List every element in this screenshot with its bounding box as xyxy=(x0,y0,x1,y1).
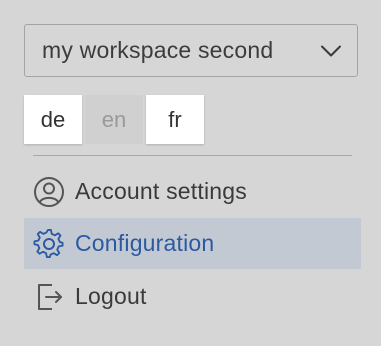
language-switcher: de en fr xyxy=(24,95,204,144)
user-menu-panel: my workspace second de en fr Account set… xyxy=(0,0,381,346)
workspace-select-value: my workspace second xyxy=(42,37,274,63)
logout-icon xyxy=(33,281,65,313)
menu-item-account-settings[interactable]: Account settings xyxy=(24,166,361,217)
menu-item-configuration[interactable]: Configuration xyxy=(24,218,361,269)
gear-icon xyxy=(33,228,65,260)
language-button-en[interactable]: en xyxy=(85,95,143,144)
chevron-down-icon xyxy=(319,39,343,63)
menu-item-label: Account settings xyxy=(75,178,247,204)
menu-divider xyxy=(33,155,352,156)
menu-item-label: Logout xyxy=(75,283,147,309)
language-button-de[interactable]: de xyxy=(24,95,82,144)
menu-item-logout[interactable]: Logout xyxy=(24,271,361,322)
menu-item-label: Configuration xyxy=(75,230,215,256)
workspace-select[interactable]: my workspace second xyxy=(24,24,358,77)
user-circle-icon xyxy=(33,176,65,208)
language-button-fr[interactable]: fr xyxy=(146,95,204,144)
